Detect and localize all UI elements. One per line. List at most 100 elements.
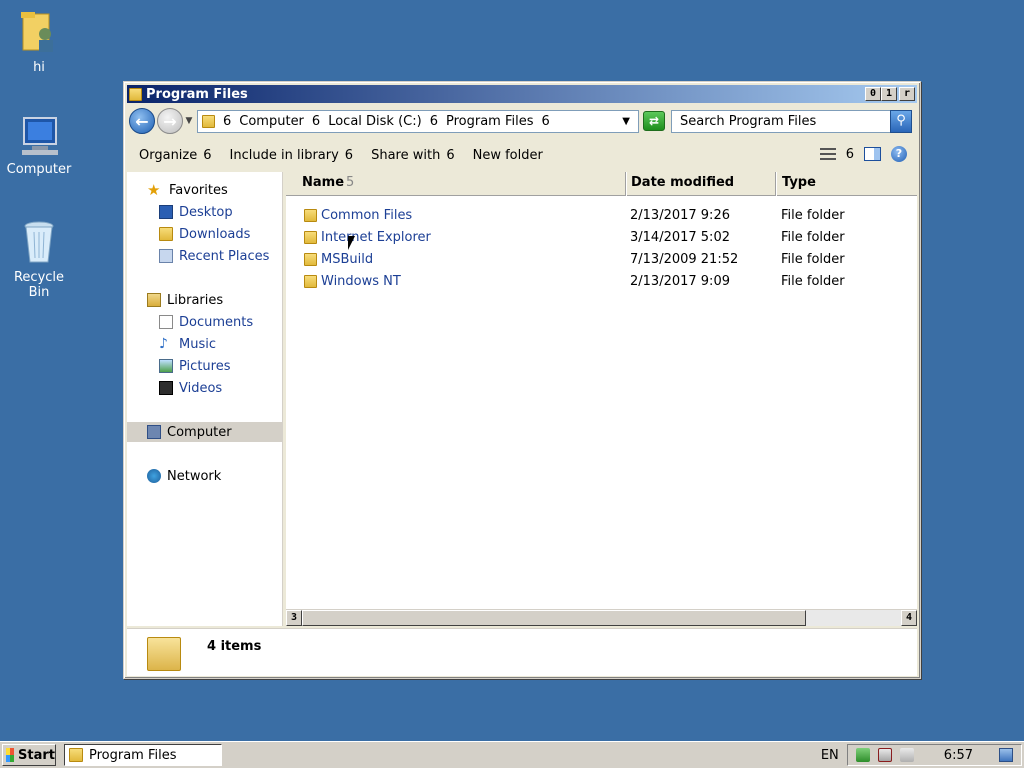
explorer-window[interactable]: Program Files 0 1 r ← → ▼ 6 Computer 6 L… (123, 81, 921, 679)
organize-button[interactable]: Organize 6 (139, 148, 212, 163)
breadcrumb-separator[interactable]: 6 (541, 114, 549, 129)
recent-places-icon (159, 249, 173, 263)
folder-icon (304, 230, 317, 244)
desktop-icon-hi[interactable]: hi (0, 8, 78, 75)
nav-computer[interactable]: Computer (127, 422, 283, 442)
security-shield-icon[interactable] (855, 748, 870, 762)
breadcrumb-program-files[interactable]: Program Files (446, 114, 534, 129)
nav-label: Downloads (179, 226, 251, 242)
videos-icon (159, 381, 173, 395)
forward-button[interactable]: → (157, 108, 183, 134)
nav-recent-places[interactable]: Recent Places (127, 246, 283, 266)
nav-music[interactable]: ♪ Music (127, 334, 283, 354)
sort-indicator-icon: 5 (346, 175, 355, 190)
include-label: Include in library (229, 147, 339, 163)
column-header-name[interactable]: Name 5 (286, 172, 626, 196)
new-folder-button[interactable]: New folder (473, 148, 543, 163)
horizontal-scrollbar[interactable]: 3 4 (286, 609, 917, 626)
desktop-icon-computer[interactable]: Computer (0, 116, 78, 177)
computer-icon (22, 117, 58, 155)
preview-pane-icon[interactable] (864, 147, 881, 161)
mouse-cursor-icon (348, 236, 355, 250)
desktop-icon-recycle-bin[interactable]: Recycle Bin (0, 218, 78, 300)
new-folder-label: New folder (472, 147, 543, 163)
recent-pages-dropdown[interactable]: ▼ (183, 116, 195, 126)
show-desktop-icon[interactable] (999, 748, 1013, 762)
table-row[interactable]: Windows NT 2/13/2017 9:09 File folder (286, 270, 917, 292)
view-dropdown-arrow-icon[interactable]: 6 (846, 147, 854, 162)
include-in-library-button[interactable]: Include in library 6 (230, 148, 354, 163)
navigation-pane: ★ Favorites Desktop Downloads Recent Pla… (127, 172, 283, 626)
maximize-button[interactable]: 1 (881, 87, 897, 101)
dropdown-arrow-icon: 6 (203, 147, 212, 163)
view-options-icon[interactable] (819, 148, 836, 160)
file-date: 7/13/2009 21:52 (630, 251, 739, 267)
table-row[interactable]: MSBuild 7/13/2009 21:52 File folder (286, 248, 917, 270)
column-header-date[interactable]: Date modified (626, 172, 776, 196)
share-with-button[interactable]: Share with 6 (371, 148, 455, 163)
nav-label: Documents (179, 314, 254, 330)
music-icon: ♪ (159, 336, 168, 352)
nav-label: Recent Places (179, 248, 270, 264)
scroll-right-button[interactable]: 4 (901, 610, 917, 626)
share-label: Share with (371, 147, 441, 163)
column-headers: Name 5 Date modified Type (286, 172, 917, 196)
help-icon[interactable]: ? (891, 146, 907, 162)
table-row[interactable]: Common Files 2/13/2017 9:26 File folder (286, 204, 917, 226)
nav-label: Favorites (169, 182, 228, 198)
command-bar: Organize 6 Include in library 6 Share wi… (127, 140, 917, 170)
network-disconnected-icon[interactable] (877, 748, 892, 762)
table-row[interactable]: Internet Explorer 3/14/2017 5:02 File fo… (286, 226, 917, 248)
nav-desktop[interactable]: Desktop (127, 202, 283, 222)
taskbar-button-program-files[interactable]: Program Files (64, 744, 222, 766)
window-title: Program Files (146, 86, 248, 102)
nav-libraries[interactable]: Libraries (127, 290, 283, 310)
column-type-label: Type (782, 175, 816, 190)
search-icon[interactable]: ⚲ (890, 109, 912, 133)
nav-videos[interactable]: Videos (127, 378, 283, 398)
back-button[interactable]: ← (129, 108, 155, 134)
search-input[interactable]: Search Program Files ⚲ (671, 109, 912, 133)
minimize-button[interactable]: 0 (865, 87, 881, 101)
breadcrumb-separator[interactable]: 6 (312, 114, 320, 129)
file-type: File folder (781, 273, 845, 289)
folder-icon (202, 114, 215, 128)
nav-favorites[interactable]: ★ Favorites (127, 180, 283, 200)
nav-network[interactable]: Network (127, 466, 283, 486)
details-pane: 4 items (127, 628, 917, 676)
file-name: Windows NT (321, 273, 401, 289)
close-button[interactable]: r (899, 87, 915, 101)
tray-icons: 6:57 (846, 744, 1022, 766)
address-bar[interactable]: 6 Computer 6 Local Disk (C:) 6 Program F… (197, 109, 639, 133)
system-tray: EN 6:57 (821, 744, 1022, 766)
start-label: Start (18, 747, 55, 763)
file-date: 2/13/2017 9:26 (630, 207, 730, 223)
large-folder-icon (147, 637, 181, 671)
breadcrumb-computer[interactable]: Computer (239, 114, 304, 129)
breadcrumb-local-disk[interactable]: Local Disk (C:) (328, 114, 421, 129)
scroll-thumb[interactable] (302, 610, 806, 626)
column-header-type[interactable]: Type (776, 172, 917, 196)
volume-muted-icon[interactable] (899, 748, 914, 762)
title-bar[interactable]: Program Files 0 1 r (127, 85, 917, 103)
file-name: Internet Explorer (321, 229, 431, 245)
start-button[interactable]: Start (2, 744, 56, 766)
breadcrumb-separator[interactable]: 6 (430, 114, 438, 129)
language-indicator[interactable]: EN (821, 748, 839, 763)
refresh-button[interactable]: ⇄ (643, 111, 665, 131)
column-name-label: Name (302, 175, 345, 190)
user-folder-icon (21, 12, 53, 52)
nav-downloads[interactable]: Downloads (127, 224, 283, 244)
downloads-folder-icon (159, 227, 173, 241)
clock[interactable]: 6:57 (944, 748, 973, 763)
breadcrumb-separator[interactable]: 6 (223, 114, 231, 129)
file-name: MSBuild (321, 251, 374, 267)
desktop-icon-label: Recycle Bin (13, 270, 65, 300)
nav-documents[interactable]: Documents (127, 312, 283, 332)
computer-icon (147, 425, 161, 439)
nav-label: Desktop (179, 204, 233, 220)
nav-pictures[interactable]: Pictures (127, 356, 283, 376)
address-dropdown-icon[interactable]: ▼ (622, 116, 630, 127)
scroll-left-button[interactable]: 3 (286, 610, 302, 626)
desktop-icon-label: hi (33, 60, 45, 75)
